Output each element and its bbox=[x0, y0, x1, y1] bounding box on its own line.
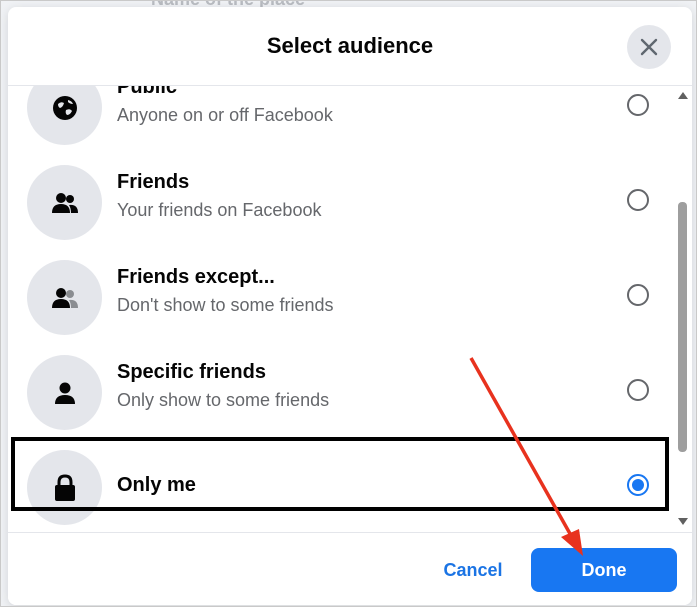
radio-friends[interactable] bbox=[627, 189, 649, 211]
select-audience-dialog: Select audience Public Anyone on or off … bbox=[8, 7, 692, 605]
dialog-header: Select audience bbox=[8, 7, 692, 86]
option-label: Friends bbox=[117, 171, 190, 193]
radio-public[interactable] bbox=[627, 94, 649, 116]
globe-icon bbox=[53, 96, 77, 120]
option-label: Only me bbox=[117, 474, 196, 496]
lock-icon bbox=[55, 474, 75, 501]
option-description: Anyone on or off Facebook bbox=[117, 105, 333, 125]
friends-except-icon bbox=[52, 288, 78, 308]
radio-friends-except[interactable] bbox=[627, 284, 649, 306]
option-icon-bg bbox=[27, 165, 102, 240]
option-specific-friends[interactable]: Specific friends Only show to some frien… bbox=[8, 345, 668, 440]
person-icon bbox=[55, 382, 75, 404]
dialog-footer: Cancel Done bbox=[8, 532, 692, 605]
option-icon-bg bbox=[27, 260, 102, 335]
scroll-up-arrow-icon[interactable] bbox=[678, 92, 688, 99]
scroll-thumb[interactable] bbox=[678, 202, 687, 452]
option-icon-bg bbox=[27, 355, 102, 430]
friends-icon bbox=[52, 193, 78, 213]
radio-only-me[interactable] bbox=[627, 474, 649, 496]
scrollbar[interactable] bbox=[675, 86, 691, 532]
option-icon-bg bbox=[27, 86, 102, 145]
option-description: Only show to some friends bbox=[117, 390, 330, 410]
scroll-down-arrow-icon[interactable] bbox=[678, 518, 688, 525]
close-icon bbox=[640, 38, 658, 56]
option-icon-bg bbox=[27, 450, 102, 525]
option-label: Specific friends bbox=[117, 361, 266, 383]
option-public[interactable]: Public Anyone on or off Facebook bbox=[8, 86, 668, 155]
option-label: Friends except... bbox=[117, 266, 275, 288]
option-friends-except[interactable]: Friends except... Don't show to some fri… bbox=[8, 250, 668, 345]
done-button[interactable]: Done bbox=[531, 548, 677, 592]
option-description: Your friends on Facebook bbox=[117, 200, 322, 220]
radio-selected-dot bbox=[632, 479, 644, 491]
option-friends[interactable]: Friends Your friends on Facebook bbox=[8, 155, 668, 250]
option-label: Public bbox=[117, 86, 178, 98]
option-description: Don't show to some friends bbox=[117, 295, 334, 315]
audience-options-list: Public Anyone on or off Facebook Friends… bbox=[8, 86, 692, 532]
close-button[interactable] bbox=[627, 25, 671, 69]
radio-specific-friends[interactable] bbox=[627, 379, 649, 401]
cancel-button[interactable]: Cancel bbox=[428, 548, 518, 592]
option-only-me[interactable]: Only me bbox=[8, 440, 668, 532]
screenshot-frame: Name of the place Select audience Public bbox=[0, 0, 697, 607]
dialog-title: Select audience bbox=[266, 33, 434, 58]
